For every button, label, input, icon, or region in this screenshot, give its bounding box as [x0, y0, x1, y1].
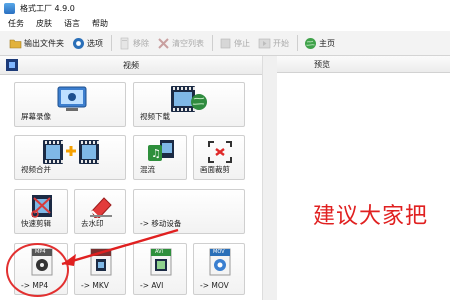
annotation-text: 建议大家把 [313, 204, 429, 229]
annotation-arrow [61, 228, 179, 266]
